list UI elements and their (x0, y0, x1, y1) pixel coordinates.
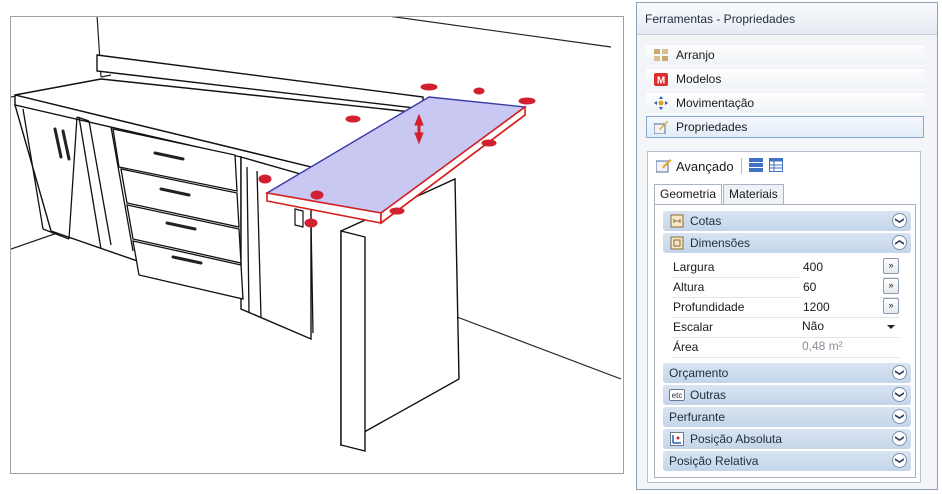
expand-chevron-icon[interactable]: ❯ (892, 387, 907, 402)
nav-label: Modelos (676, 72, 722, 86)
profundidade-expand-button[interactable]: » (883, 298, 899, 314)
expand-chevron-icon[interactable]: ❯ (892, 409, 907, 424)
grid-view-icon[interactable] (768, 157, 783, 175)
prop-label: Área (673, 340, 699, 354)
section-label: Posição Absoluta (690, 432, 783, 446)
models-icon: M (653, 71, 669, 87)
nav-movimentacao[interactable]: Movimentação (646, 92, 924, 114)
section-orcamento[interactable]: Orçamento ❯ (663, 363, 911, 383)
dropdown-caret-icon (887, 325, 895, 329)
geometria-tab-content: Cotas ❯ Dimensões ❯ Largura 400 » Altura… (654, 204, 916, 478)
dimensions-icon (669, 235, 685, 251)
section-outras[interactable]: etc Outras ❯ (663, 385, 911, 405)
escalar-select[interactable]: Não (799, 317, 899, 336)
list-view-icon[interactable] (748, 157, 763, 175)
prop-label: Escalar (673, 320, 714, 334)
advanced-toolbar: Avançado (648, 152, 920, 180)
tools-properties-panel: Ferramentas - Propriedades Arranjo M Mod… (636, 2, 938, 490)
nav-label: Arranjo (676, 48, 715, 62)
section-perfurante[interactable]: Perfurante ❯ (663, 407, 911, 427)
expand-chevron-icon[interactable]: ❯ (892, 431, 907, 446)
prop-area: Área 0,48 m² (671, 337, 899, 357)
prop-label: Altura (673, 280, 705, 294)
section-label: Outras (690, 388, 727, 402)
section-label: Posição Relativa (669, 454, 759, 468)
section-label: Perfurante (669, 410, 726, 424)
arrange-icon (653, 47, 669, 63)
nav-arranjo[interactable]: Arranjo (646, 44, 924, 66)
svg-text:M: M (657, 75, 665, 86)
absolute-position-icon (669, 431, 685, 447)
3d-viewport[interactable] (10, 16, 624, 474)
prop-label: Largura (673, 260, 715, 274)
section-label: Orçamento (669, 366, 729, 380)
profundidade-input[interactable]: 1200 (799, 297, 879, 316)
etc-icon: etc (669, 389, 685, 401)
section-posicao-relativa[interactable]: Posição Relativa ❯ (663, 451, 911, 471)
prop-profundidade: Profundidade 1200 » (671, 297, 899, 317)
nav-label: Propriedades (676, 120, 748, 134)
nav-modelos[interactable]: M Modelos (646, 68, 924, 90)
tool-nav: Arranjo M Modelos Movimentação Proprieda… (646, 44, 924, 140)
section-label: Dimensões (690, 236, 751, 250)
advanced-icon[interactable] (655, 158, 672, 174)
section-label: Cotas (690, 214, 722, 228)
largura-input[interactable]: 400 (799, 257, 879, 276)
nav-label: Movimentação (676, 96, 755, 110)
advanced-properties-box: Avançado Geometria Materiais Cotas ❯ Dim… (647, 151, 921, 483)
section-cotas[interactable]: Cotas ❯ (663, 211, 911, 231)
altura-input[interactable]: 60 (799, 277, 879, 296)
section-dimensoes[interactable]: Dimensões ❯ (663, 233, 911, 253)
expand-chevron-icon[interactable]: ❯ (892, 213, 907, 228)
expand-chevron-icon[interactable]: ❯ (892, 453, 907, 468)
advanced-label[interactable]: Avançado (676, 159, 734, 174)
prop-label: Profundidade (673, 300, 745, 314)
toolbar-divider (740, 158, 742, 174)
tab-geometria[interactable]: Geometria (654, 184, 723, 205)
largura-expand-button[interactable]: » (883, 258, 899, 274)
property-tabs: Geometria Materiais (654, 184, 785, 205)
cabinet-scene (11, 17, 622, 452)
altura-expand-button[interactable]: » (883, 278, 899, 294)
collapse-chevron-icon[interactable]: ❯ (892, 235, 907, 250)
area-value: 0,48 m² (802, 339, 843, 353)
section-posicao-absoluta[interactable]: Posição Absoluta ❯ (663, 429, 911, 449)
prop-altura: Altura 60 » (671, 277, 899, 297)
row-divider (671, 357, 899, 358)
expand-chevron-icon[interactable]: ❯ (892, 365, 907, 380)
prop-largura: Largura 400 » (671, 257, 899, 277)
prop-escalar: Escalar Não (671, 317, 899, 337)
cotas-icon (669, 213, 685, 229)
escalar-value: Não (802, 319, 825, 333)
move-icon (653, 95, 669, 111)
properties-icon (653, 119, 669, 135)
nav-propriedades[interactable]: Propriedades (646, 116, 924, 138)
panel-title: Ferramentas - Propriedades (637, 3, 937, 35)
tab-materiais[interactable]: Materiais (723, 184, 784, 204)
